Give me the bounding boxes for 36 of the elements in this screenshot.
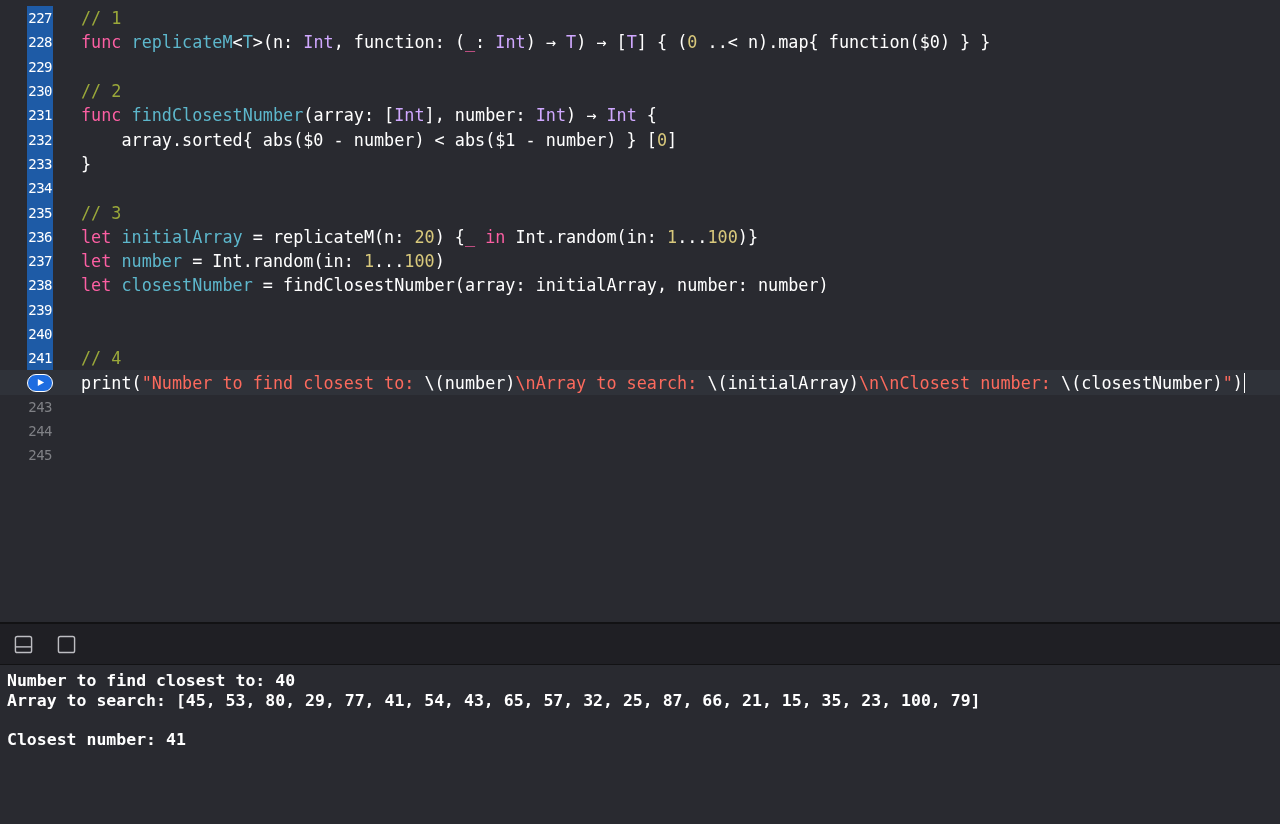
line-number: 232 bbox=[27, 127, 53, 152]
line-number: 231 bbox=[27, 103, 53, 128]
panel-layout-icon[interactable] bbox=[14, 634, 33, 654]
code-line: let initialArray = replicateM(n: 20) {_ in Int.random(in: 1...100)} bbox=[81, 226, 758, 247]
line-number: 230 bbox=[27, 78, 53, 104]
line-number: 238 bbox=[27, 273, 53, 298]
line-number: 244 bbox=[27, 422, 53, 442]
line-number: 236 bbox=[27, 224, 53, 249]
code-line: func findClosestNumber(array: [Int], number: Int) → Int { bbox=[81, 105, 657, 126]
square-icon[interactable] bbox=[57, 634, 76, 654]
line-number: 239 bbox=[27, 297, 53, 322]
code-line: // 2 bbox=[81, 81, 122, 102]
code-line: // 3 bbox=[81, 202, 122, 223]
line-number: 235 bbox=[27, 200, 53, 225]
code-line: func replicateM<T>(n: Int, function: (_: Int) → T) → [T] { (0 ..< n).map{ function($0) } } bbox=[81, 32, 991, 53]
line-number: 241 bbox=[27, 346, 53, 371]
line-number: 240 bbox=[27, 321, 53, 347]
line-number: 243 bbox=[27, 397, 53, 417]
code-line: // 1 bbox=[81, 8, 122, 29]
code-line: print("Number to find closest to: \(number)\nArray to search: \(initialArray)\n\nClosest number: \(closestNumber)") bbox=[81, 372, 1243, 393]
line-number: 245 bbox=[27, 446, 53, 466]
text-cursor bbox=[1243, 372, 1246, 393]
line-number: 234 bbox=[27, 176, 53, 201]
line-number: 233 bbox=[27, 151, 53, 177]
line-number: 237 bbox=[27, 248, 53, 274]
line-number: 229 bbox=[27, 54, 53, 79]
line-number: 228 bbox=[27, 30, 53, 55]
play-icon bbox=[35, 378, 45, 388]
code-line: let number = Int.random(in: 1...100) bbox=[81, 251, 445, 272]
code-line: array.sorted{ abs($0 - number) < abs($1 - number) } [0] bbox=[120, 129, 678, 150]
code-line: let closestNumber = findClosestNumber(array: initialArray, number: number) bbox=[81, 275, 829, 296]
code-line: } bbox=[81, 153, 92, 174]
code-line: // 4 bbox=[81, 348, 122, 369]
line-number: 227 bbox=[27, 6, 53, 31]
run-button[interactable] bbox=[27, 373, 53, 392]
console-output: Number to find closest to: 40 Array to search: [45, 53, 80, 29, 77, 41, 54, 43, 65, 57, 32, 25, 87, 66, 21, 15, 35, 23, 100, 79] Closest number: 41 bbox=[7, 671, 982, 749]
